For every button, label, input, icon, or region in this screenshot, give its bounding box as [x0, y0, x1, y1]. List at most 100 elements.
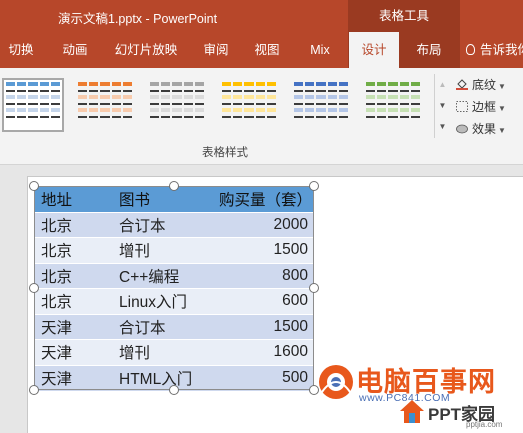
document-title: 演示文稿1.pptx - PowerPoint	[58, 12, 218, 26]
tell-me-box[interactable]: 告诉我你	[466, 32, 523, 68]
thumb-cell	[316, 103, 326, 105]
resize-handle-bottom-left[interactable]	[29, 385, 39, 395]
thumb-cell	[50, 90, 61, 92]
table-style-green[interactable]	[362, 78, 424, 132]
header-book[interactable]: 图书	[112, 186, 212, 212]
cell-quantity[interactable]: 800	[212, 262, 314, 289]
thumb-row	[78, 95, 133, 99]
shading-commands: 底纹 ▼ 边框 ▼ 效果 ▼	[456, 74, 523, 140]
cell-quantity[interactable]: 1500	[212, 313, 314, 340]
thumb-cell	[89, 95, 99, 99]
tab-view[interactable]: 视图	[246, 32, 288, 68]
thumb-cell	[233, 90, 243, 92]
cell-quantity[interactable]: 2000	[212, 211, 314, 238]
thumb-cell	[388, 108, 398, 112]
thumb-cell	[6, 116, 16, 118]
borders-button[interactable]: 边框 ▼	[456, 96, 523, 118]
thumb-cell	[305, 95, 315, 99]
tab-design[interactable]: 设计	[349, 32, 399, 68]
thumb-row	[78, 108, 133, 112]
thumb-cell	[194, 90, 205, 92]
cell-address[interactable]: 北京	[34, 288, 112, 314]
resize-handle-top-left[interactable]	[29, 181, 39, 191]
cell-quantity[interactable]: 500	[212, 364, 314, 391]
header-quantity[interactable]: 购买量（套）	[212, 186, 314, 212]
thumb-row	[6, 89, 61, 92]
tab-animations[interactable]: 动画	[52, 32, 98, 68]
effects-button[interactable]: 效果 ▼	[456, 118, 523, 140]
thumb-row	[222, 108, 277, 112]
thumb-cell	[6, 95, 16, 99]
resize-handle-left[interactable]	[29, 283, 39, 293]
gallery-more-button[interactable]: ▼	[435, 116, 450, 137]
cell-address[interactable]: 北京	[34, 237, 112, 263]
resize-handle-top[interactable]	[169, 181, 179, 191]
thumb-cell	[89, 103, 99, 105]
table-style-gray[interactable]	[146, 78, 208, 132]
table-style-blue[interactable]	[2, 78, 64, 132]
header-address[interactable]: 地址	[34, 186, 112, 212]
thumb-cell	[100, 108, 110, 112]
resize-handle-bottom[interactable]	[169, 385, 179, 395]
thumb-row	[222, 115, 277, 118]
cell-book[interactable]: 增刊	[112, 339, 212, 365]
resize-handle-top-right[interactable]	[309, 181, 319, 191]
cell-book[interactable]: HTML入门	[112, 364, 212, 391]
cell-quantity[interactable]: 1500	[212, 237, 314, 263]
cell-address[interactable]: 天津	[34, 339, 112, 365]
cell-book[interactable]: 增刊	[112, 237, 212, 263]
thumb-cell	[161, 95, 171, 99]
thumb-row	[6, 102, 61, 105]
tab-mix[interactable]: Mix	[300, 32, 340, 68]
table-row: 北京 C++编程 800	[34, 262, 314, 289]
thumb-row	[6, 95, 61, 99]
cell-address[interactable]: 北京	[34, 211, 112, 238]
thumb-row	[366, 108, 421, 112]
thumb-cell	[183, 90, 193, 92]
cell-address[interactable]: 天津	[34, 313, 112, 340]
tab-layout[interactable]: 布局	[406, 32, 452, 68]
data-table[interactable]: 地址 图书 购买量（套） 北京 合订本 2000 北京 增刊 1500 北京 C…	[34, 186, 314, 391]
shading-button[interactable]: 底纹 ▼	[456, 74, 523, 96]
cell-book[interactable]: Linux入门	[112, 288, 212, 314]
thumb-cell	[327, 108, 337, 112]
cell-book[interactable]: 合订本	[112, 313, 212, 340]
thumb-cell	[366, 90, 376, 92]
table-style-orange[interactable]	[74, 78, 136, 132]
cell-address[interactable]: 天津	[34, 364, 112, 391]
thumb-cell	[266, 95, 277, 99]
thumb-row	[294, 115, 349, 118]
gallery-scroll-up[interactable]: ▲	[435, 74, 450, 95]
cell-book[interactable]: 合订本	[112, 211, 212, 238]
thumb-cell	[244, 82, 254, 86]
resize-handle-right[interactable]	[309, 283, 319, 293]
tab-slideshow[interactable]: 幻灯片放映	[108, 32, 184, 68]
cell-quantity[interactable]: 1600	[212, 339, 314, 365]
lightbulb-icon	[466, 44, 475, 55]
cell-quantity[interactable]: 600	[212, 288, 314, 314]
thumb-cell	[161, 108, 171, 112]
thumb-cell	[377, 95, 387, 99]
shading-label: 底纹	[472, 78, 497, 92]
table-row: 天津 合订本 1500	[34, 313, 314, 340]
cell-address[interactable]: 北京	[34, 262, 112, 289]
thumb-cell	[366, 103, 376, 105]
table-style-darkblue[interactable]	[290, 78, 352, 132]
thumb-cell	[6, 108, 16, 112]
thumb-cell	[338, 95, 349, 99]
paint-bucket-icon	[456, 75, 468, 90]
tab-transitions[interactable]: 切换	[0, 32, 42, 68]
cell-book[interactable]: C++编程	[112, 262, 212, 289]
ribbon-tabs: 切换 动画 幻灯片放映 审阅 视图 Mix 设计 布局 告诉我你	[0, 32, 523, 68]
gallery-scroll-down[interactable]: ▼	[435, 95, 450, 116]
thumb-cell	[266, 116, 277, 118]
tab-review[interactable]: 审阅	[195, 32, 237, 68]
thumb-cell	[377, 108, 387, 112]
thumb-cell	[388, 116, 398, 118]
thumb-cell	[50, 103, 61, 105]
table-style-gold[interactable]	[218, 78, 280, 132]
thumb-cell	[244, 95, 254, 99]
thumb-cell	[222, 82, 232, 86]
thumb-cell	[17, 82, 27, 86]
thumb-cell	[150, 108, 160, 112]
